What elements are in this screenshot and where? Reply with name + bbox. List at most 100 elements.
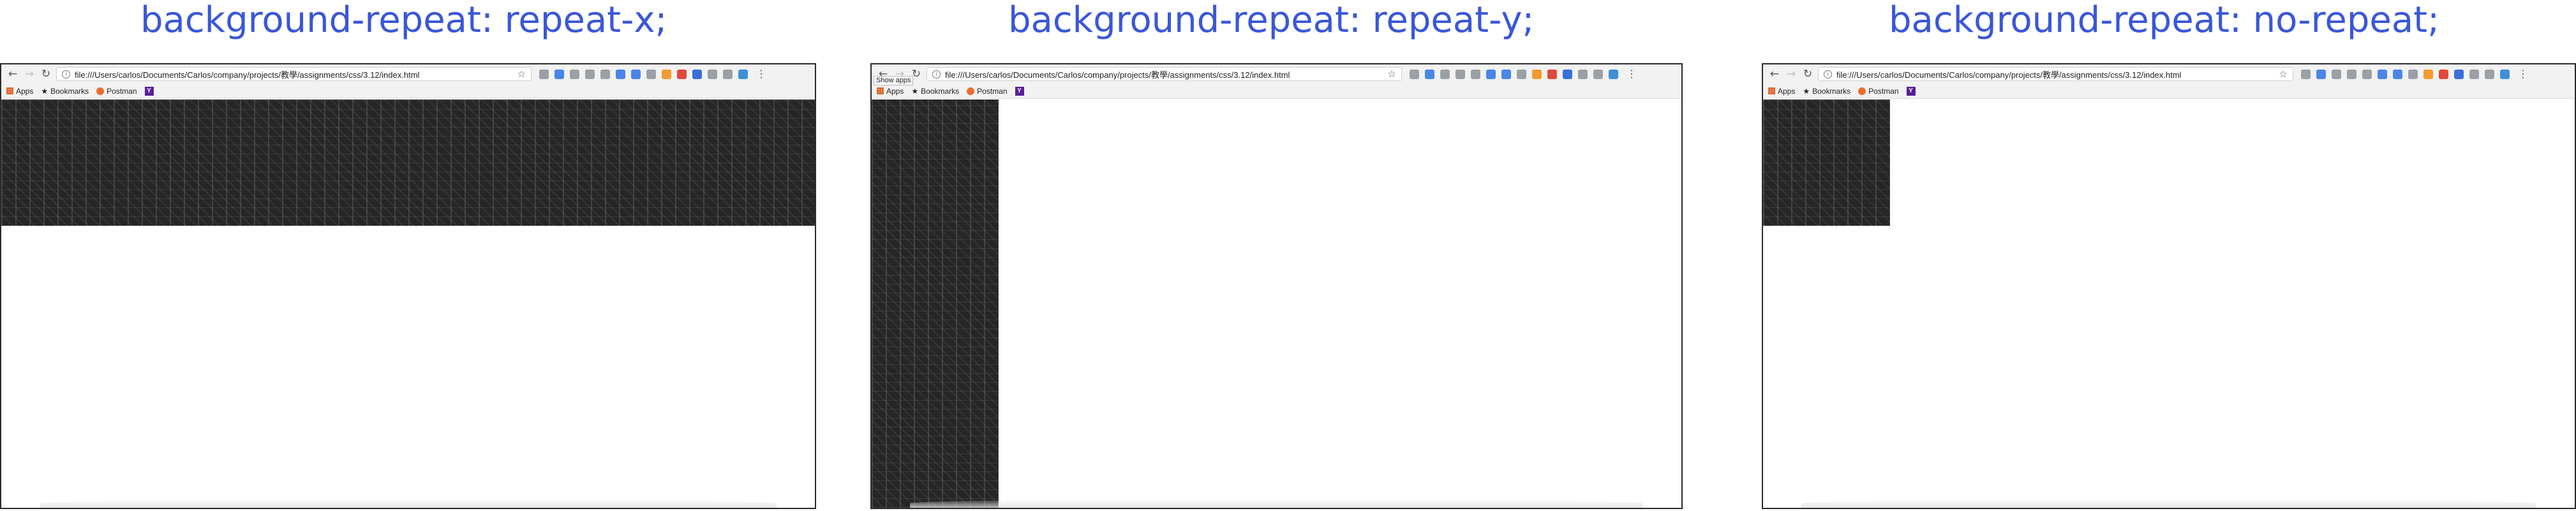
extension-icon[interactable] [555,69,564,79]
background-pattern-repeat-y [872,100,999,508]
extension-icon[interactable] [2347,69,2356,79]
menu-dots-icon[interactable]: ⋮ [1627,69,1637,79]
extension-icon[interactable] [2301,69,2311,79]
apps-grid-icon [6,87,13,94]
bookmark-postman[interactable]: Postman [96,87,137,96]
extension-icon[interactable] [1517,69,1526,79]
browser-window-no-repeat: ← → ↻ i file:///Users/carlos/Documents/C… [1762,63,2576,509]
extension-icon[interactable] [1501,69,1511,79]
info-icon[interactable]: i [932,70,941,78]
bookmark-yahoo[interactable]: Y [1906,86,1916,96]
menu-dots-icon[interactable]: ⋮ [756,69,766,79]
star-icon: ★ [911,86,919,96]
browser-toolbar: ← → ↻ i file:///Users/carlos/Documents/C… [1,64,815,84]
bookmark-yahoo[interactable]: Y [144,86,154,96]
bookmark-apps[interactable]: Apps [6,87,33,96]
extension-icon[interactable] [1425,69,1434,79]
extension-icon[interactable] [2393,69,2402,79]
forward-arrow-icon[interactable]: → [23,68,36,80]
extension-icon[interactable] [677,69,687,79]
extension-icon[interactable] [1471,69,1480,79]
bookmarks-bar: Apps ★ Bookmarks Postman Y [1763,84,2575,99]
bookmark-postman[interactable]: Postman [967,87,1008,96]
extension-icon[interactable] [646,69,656,79]
bookmark-apps[interactable]: Apps [1768,87,1795,96]
page-shadow [1801,499,2536,508]
extension-icon[interactable] [708,69,717,79]
extension-icon[interactable] [2454,69,2464,79]
back-arrow-icon[interactable]: ← [1768,68,1781,80]
postman-icon [967,87,975,95]
extension-icon[interactable] [723,69,733,79]
bookmark-star-icon[interactable]: ☆ [2279,68,2288,80]
panel-title-repeat-x: background-repeat: repeat-x; [140,0,667,41]
bookmark-postman[interactable]: Postman [1858,86,1899,96]
extension-icons [1410,69,1624,79]
postman-icon [96,87,105,95]
bookmark-star-icon[interactable]: ☆ [517,68,526,80]
browser-toolbar: ← → ↻ i file:///Users/carlos/Documents/C… [1763,64,2575,84]
extension-icon[interactable] [1486,69,1496,79]
info-icon[interactable]: i [1824,70,1832,78]
bookmark-bookmarks[interactable]: ★ Bookmarks [911,87,959,96]
apps-grid-icon [877,87,884,94]
panel-title-no-repeat: background-repeat: no-repeat; [1889,0,2439,41]
url-text[interactable]: file:///Users/carlos/Documents/Carlos/co… [1836,68,2277,80]
bookmark-bookmarks[interactable]: ★ Bookmarks [41,87,89,96]
extension-icons [539,69,754,79]
reload-icon[interactable]: ↻ [1801,68,1814,80]
extension-icon[interactable] [539,69,549,79]
extension-icon[interactable] [2378,69,2387,79]
extension-icon[interactable] [1532,69,1542,79]
menu-dots-icon[interactable]: ⋮ [2518,69,2528,79]
extension-icon[interactable] [570,69,579,79]
forward-arrow-icon[interactable]: → [1785,68,1798,80]
reload-icon[interactable]: ↻ [40,68,52,80]
url-text[interactable]: file:///Users/carlos/Documents/Carlos/co… [945,68,1385,80]
bookmark-yahoo[interactable]: Y [1015,86,1024,96]
bookmark-apps-label: Apps [1778,86,1796,96]
extension-icon[interactable] [2332,69,2341,79]
extension-icon[interactable] [2439,69,2448,79]
page-shadow [910,499,1643,508]
bookmark-apps[interactable]: Apps [877,87,904,96]
extension-icon[interactable] [600,69,610,79]
page-viewport [1763,100,2575,508]
extension-icon[interactable] [2500,69,2510,79]
extension-icon[interactable] [1547,69,1557,79]
page-viewport [872,100,1681,508]
extension-icon[interactable] [2469,69,2479,79]
page-shadow [40,499,777,508]
extension-icon[interactable] [1410,69,1419,79]
extension-icon[interactable] [1593,69,1603,79]
yahoo-icon: Y [1906,86,1916,96]
url-text[interactable]: file:///Users/carlos/Documents/Carlos/co… [75,68,515,80]
extension-icon[interactable] [616,69,625,79]
extension-icon[interactable] [2362,69,2372,79]
star-icon: ★ [1803,86,1810,96]
extension-icon[interactable] [585,69,595,79]
address-bar[interactable]: i file:///Users/carlos/Documents/Carlos/… [56,67,532,81]
extension-icon[interactable] [1609,69,1618,79]
extension-icon[interactable] [2316,69,2326,79]
postman-icon [1858,87,1866,95]
extension-icon[interactable] [1440,69,1450,79]
extension-icon[interactable] [662,69,671,79]
address-bar[interactable]: i file:///Users/carlos/Documents/Carlos/… [1818,67,2293,81]
extension-icon[interactable] [1456,69,1465,79]
extension-icon[interactable] [1563,69,1572,79]
info-icon[interactable]: i [62,70,70,78]
bookmark-star-icon[interactable]: ☆ [1388,68,1396,80]
extension-icons [2301,69,2515,79]
extension-icon[interactable] [2485,69,2494,79]
address-bar[interactable]: i file:///Users/carlos/Documents/Carlos/… [927,67,1402,81]
extension-icon[interactable] [2408,69,2418,79]
extension-icon[interactable] [1578,69,1588,79]
bookmark-bookmarks[interactable]: ★ Bookmarks [1803,87,1850,96]
back-arrow-icon[interactable]: ← [6,68,19,80]
extension-icon[interactable] [692,69,702,79]
bookmark-postman-label: Postman [1868,86,1899,96]
extension-icon[interactable] [738,69,748,79]
extension-icon[interactable] [2423,69,2433,79]
extension-icon[interactable] [631,69,641,79]
